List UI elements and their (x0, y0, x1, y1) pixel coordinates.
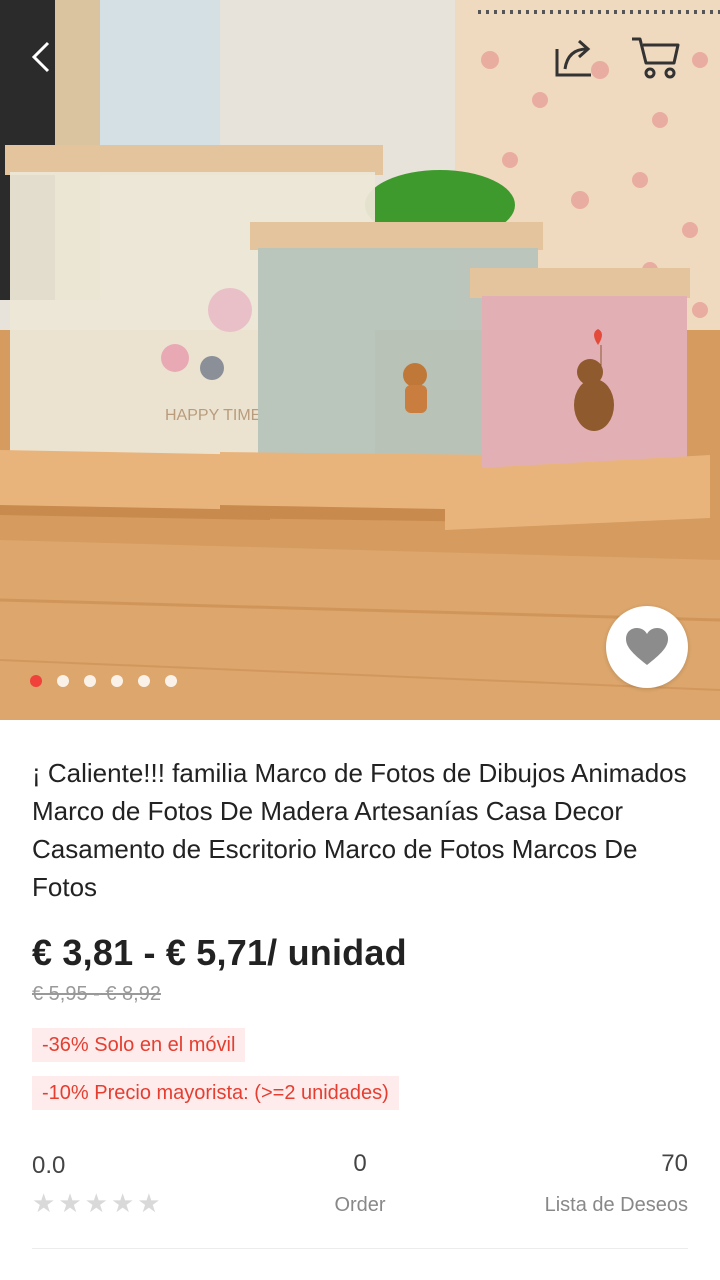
share-icon (555, 39, 591, 77)
pagination-dot[interactable] (84, 675, 96, 687)
star-icon: ★ (58, 1188, 82, 1218)
star-icon: ★ (110, 1188, 135, 1218)
pagination-dot[interactable] (57, 675, 69, 687)
order-label: Order (334, 1194, 386, 1216)
product-title: ¡ Caliente!!! familia Marco de Fotos de … (32, 758, 687, 902)
original-price: € 5,95 - € 8,92 (32, 983, 161, 1005)
promo-tag-wholesale: -10% Precio mayorista: (>=2 unidades) (32, 1076, 399, 1110)
cart-button[interactable] (628, 30, 682, 84)
product-photo: HAPPY TIME (0, 0, 720, 720)
promo-tag-mobile-discount: -36% Solo en el móvil (32, 1028, 246, 1062)
rating-stars: ★ ★ ★ ★ ★ (32, 1190, 161, 1216)
rating-value: 0.0 (32, 1152, 66, 1179)
share-button[interactable] (546, 30, 600, 84)
product-image-gallery[interactable]: HAPPY TIME (0, 0, 720, 720)
star-icon: ★ (32, 1188, 56, 1218)
pagination-dot[interactable] (165, 675, 177, 687)
pagination-dot[interactable] (138, 675, 150, 687)
wishlist-count: 70 (661, 1150, 688, 1177)
svg-text:HAPPY TIME: HAPPY TIME (165, 407, 261, 424)
product-price: € 3,81 - € 5,71/ unidad (32, 932, 407, 973)
wishlist-button[interactable] (606, 606, 688, 688)
star-icon: ★ (137, 1188, 161, 1218)
cart-icon (632, 37, 680, 79)
gallery-pagination (30, 675, 177, 687)
divider (32, 1248, 688, 1249)
chevron-left-icon (31, 41, 50, 73)
product-stats: 0.0 ★ ★ ★ ★ ★ 0 Order 70 Lista de Deseos (0, 1140, 720, 1240)
wishlist-label: Lista de Deseos (544, 1194, 688, 1216)
pagination-dot[interactable] (30, 675, 42, 687)
back-button[interactable] (14, 30, 68, 84)
star-icon: ★ (84, 1188, 108, 1218)
pagination-dot[interactable] (111, 675, 123, 687)
heart-icon (626, 628, 668, 665)
order-count: 0 (353, 1150, 367, 1177)
